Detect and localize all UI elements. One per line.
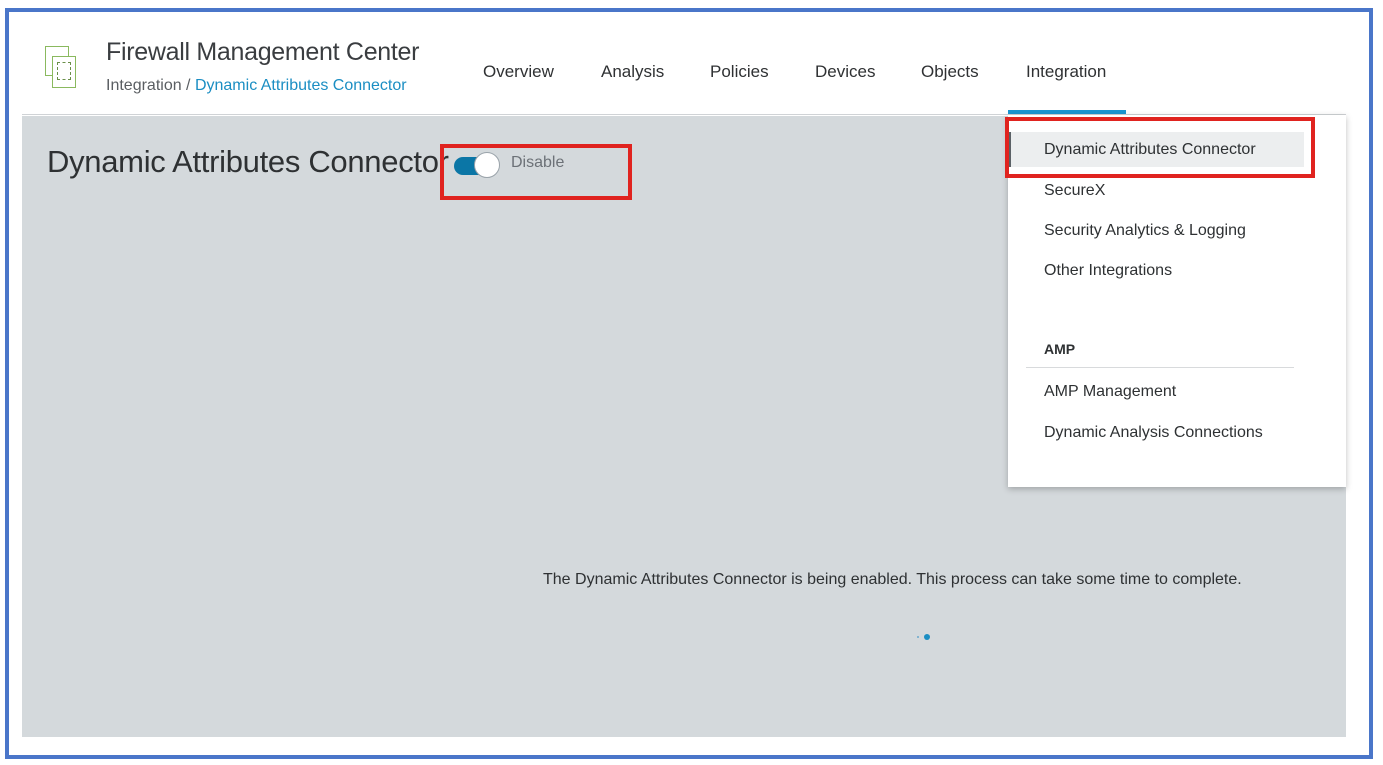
nav-overview[interactable]: Overview [483, 62, 554, 82]
menu-item-dynamic-analysis-connections[interactable]: Dynamic Analysis Connections [1044, 424, 1263, 442]
nav-active-indicator [1008, 110, 1126, 114]
integration-dropdown-menu: Dynamic Attributes Connector SecureX Sec… [1008, 115, 1346, 487]
toggle-label: Disable [511, 154, 565, 171]
menu-item-other-integrations[interactable]: Other Integrations [1044, 262, 1172, 280]
menu-item-securex[interactable]: SecureX [1044, 182, 1105, 200]
enable-toggle[interactable] [454, 151, 500, 179]
nav-integration[interactable]: Integration [1026, 62, 1106, 82]
menu-item-amp-management[interactable]: AMP Management [1044, 383, 1176, 401]
header: Firewall Management Center Integration /… [22, 22, 1346, 115]
nav-devices[interactable]: Devices [815, 62, 875, 82]
page-title: Dynamic Attributes Connector [47, 144, 449, 179]
breadcrumb-separator: / [181, 77, 195, 94]
app-window: Firewall Management Center Integration /… [22, 22, 1346, 737]
toggle-knob [474, 152, 500, 178]
breadcrumb-parent[interactable]: Integration [106, 77, 182, 94]
status-message: The Dynamic Attributes Connector is bein… [543, 571, 1242, 588]
breadcrumb: Integration / Dynamic Attributes Connect… [106, 77, 407, 95]
app-title: Firewall Management Center [106, 38, 420, 66]
loading-spinner-icon [915, 633, 935, 641]
nav-policies[interactable]: Policies [710, 62, 769, 82]
breadcrumb-current: Dynamic Attributes Connector [194, 77, 407, 94]
menu-item-security-analytics-logging[interactable]: Security Analytics & Logging [1044, 222, 1246, 240]
fmc-logo-icon[interactable] [45, 46, 76, 92]
menu-divider [1026, 367, 1294, 368]
nav-analysis[interactable]: Analysis [601, 62, 664, 82]
menu-item-dynamic-attributes-connector[interactable]: Dynamic Attributes Connector [1044, 141, 1256, 159]
nav-objects[interactable]: Objects [921, 62, 979, 82]
menu-section-amp: AMP [1044, 341, 1076, 357]
